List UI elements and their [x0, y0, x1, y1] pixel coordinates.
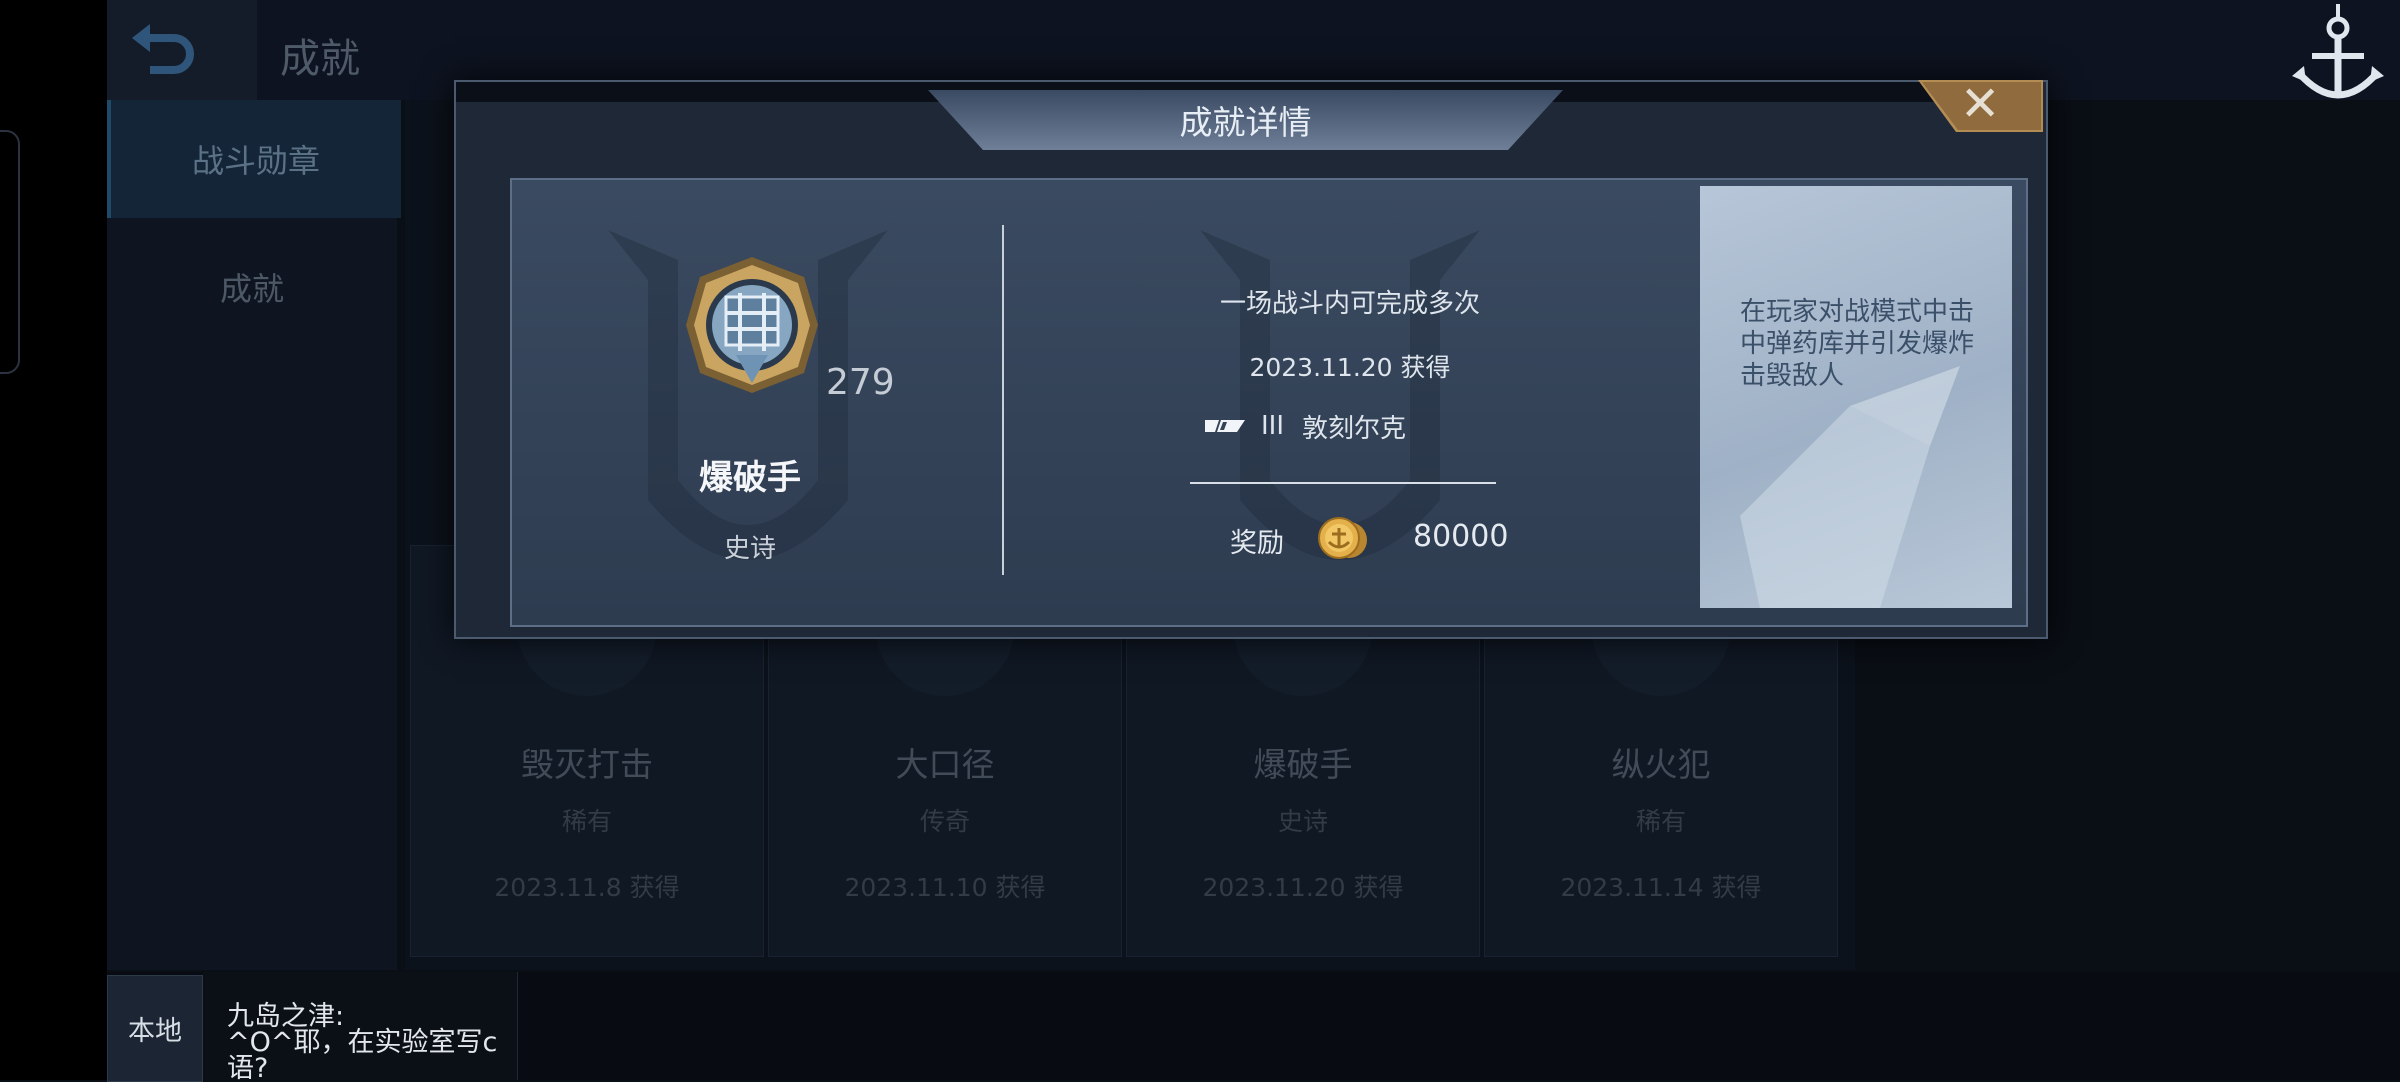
card-rarity: 传奇: [919, 807, 970, 836]
card-rarity: 稀有: [1635, 807, 1686, 836]
chat-text: 语?: [227, 1053, 269, 1081]
reward-label: 奖励: [1230, 528, 1284, 559]
chat-message[interactable]: 九岛之津: ^O^耶，在实验室写c 语?: [203, 972, 518, 1080]
separator: [1190, 482, 1496, 484]
ship-name: 敦刻尔克: [1302, 413, 1407, 444]
modal-title: 成就详情: [1179, 103, 1312, 142]
card-name: 大口径: [895, 745, 995, 784]
device-notch: [0, 130, 20, 374]
ship-info: III 敦刻尔克: [1205, 408, 1406, 444]
chat-channel-tab[interactable]: 本地: [107, 975, 203, 1082]
demolition-medal-icon: [686, 257, 818, 393]
card-date: 2023.11.14 获得: [1560, 873, 1762, 902]
card-name: 毁灭打击: [521, 745, 653, 784]
close-icon[interactable]: ✕: [1960, 78, 2000, 130]
achievement-illustration: [1700, 186, 2012, 608]
back-arrow-icon[interactable]: [128, 20, 198, 80]
gold-coin-icon: [1318, 517, 1367, 559]
sidebar-item-achievements[interactable]: 成就: [107, 228, 397, 346]
card-rarity: 稀有: [561, 807, 612, 836]
achievement-name: 爆破手: [699, 458, 801, 498]
card-date: 2023.11.10 获得: [844, 873, 1046, 902]
obtained-date: 2023.11.20 获得: [1249, 353, 1451, 382]
achievement-count: 279: [826, 362, 895, 403]
battleship-class-icon: [1205, 420, 1245, 432]
ship-tier: III: [1261, 411, 1285, 441]
achievement-description: 在玩家对战模式中击中弹药库并引发爆炸击毁敌人: [1740, 297, 1975, 391]
anchor-icon[interactable]: [2290, 0, 2386, 110]
reward-value: 80000: [1413, 519, 1509, 554]
divider: [1002, 225, 1004, 575]
achievement-rarity: 史诗: [723, 534, 776, 564]
card-date: 2023.11.20 获得: [1202, 873, 1404, 902]
card-name: 纵火犯: [1611, 745, 1711, 784]
sidebar: 战斗勋章 成就: [107, 100, 401, 970]
card-rarity: 史诗: [1277, 807, 1328, 836]
card-name: 爆破手: [1253, 745, 1353, 784]
repeatable-note: 一场战斗内可完成多次: [1219, 289, 1480, 319]
page-title: 成就: [280, 36, 360, 82]
card-date: 2023.11.8 获得: [494, 873, 680, 902]
sidebar-item-battle-medals[interactable]: 战斗勋章: [107, 100, 401, 218]
